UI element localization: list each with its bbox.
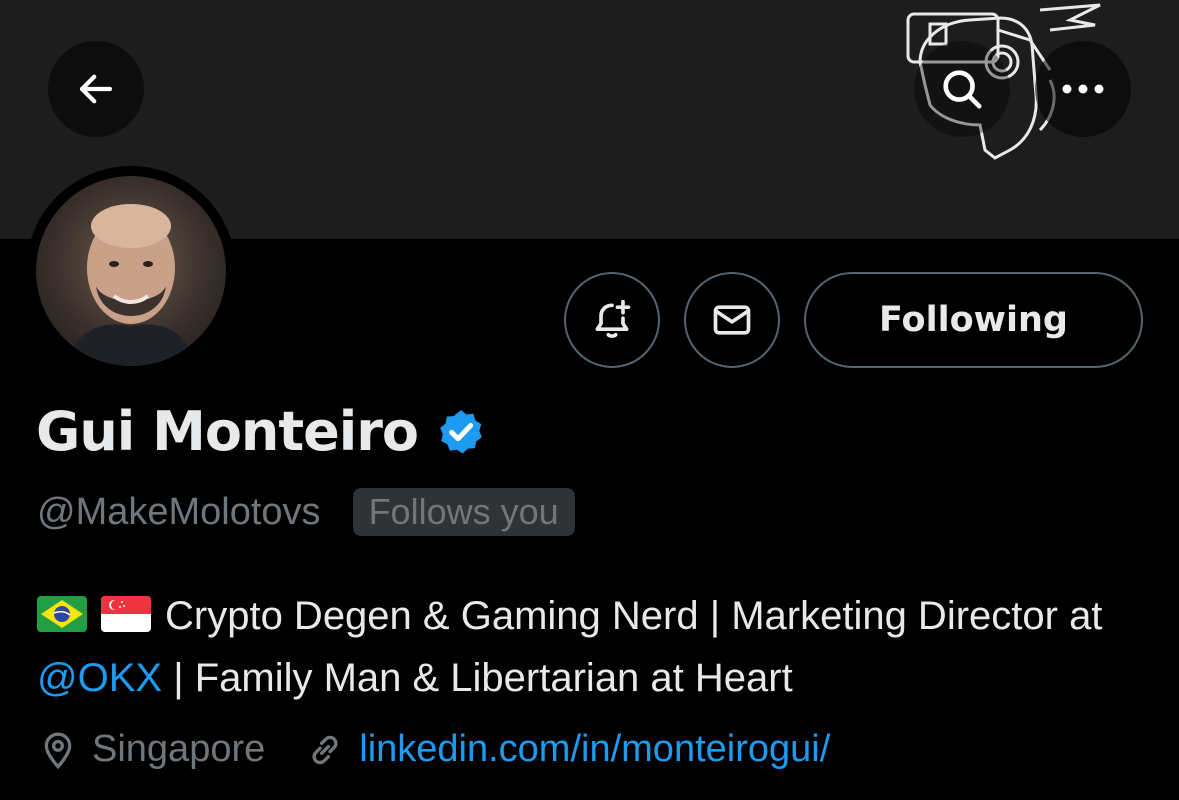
bio-text-1: Crypto Degen & Gaming Nerd | Marketing D… [165, 594, 1103, 638]
brazil-flag-icon [37, 596, 87, 633]
following-button[interactable]: Following [804, 272, 1143, 368]
more-horizontal-icon [1062, 84, 1104, 94]
message-button[interactable] [684, 272, 780, 368]
arrow-left-icon [79, 74, 113, 104]
website-link[interactable]: linkedin.com/in/monteirogui/ [359, 728, 830, 771]
singapore-flag-icon [101, 596, 151, 633]
location-pin-icon [44, 732, 72, 769]
profile-meta: Singapore linkedin.com/in/monteirogui/ [38, 728, 830, 771]
name-row: Gui Monteiro [36, 400, 486, 463]
back-button[interactable] [48, 41, 144, 137]
avatar[interactable] [36, 176, 226, 366]
location-item: Singapore [38, 728, 265, 771]
location-text: Singapore [92, 728, 266, 770]
username-handle: @MakeMolotovs [37, 490, 321, 533]
display-name: Gui Monteiro [36, 400, 419, 463]
website-item[interactable]: linkedin.com/in/monteirogui/ [305, 728, 830, 771]
avatar-ring [26, 166, 236, 376]
profile-bio: Crypto Degen & Gaming Nerd | Marketing D… [37, 585, 1147, 709]
search-icon [943, 70, 982, 109]
more-button[interactable] [1035, 41, 1131, 137]
handle-row: @MakeMolotovs Follows you [37, 488, 575, 536]
avatar-portrait [66, 204, 196, 366]
link-icon [312, 735, 338, 764]
bell-plus-icon [595, 299, 631, 338]
bio-mention-link[interactable]: @OKX [37, 656, 162, 700]
following-label: Following [879, 300, 1068, 340]
follows-you-badge: Follows you [352, 488, 575, 536]
notify-button[interactable] [564, 272, 660, 368]
verified-badge-icon[interactable] [436, 407, 486, 457]
bio-text-2: | Family Man & Libertarian at Heart [162, 656, 793, 700]
envelope-icon [713, 305, 751, 335]
search-button[interactable] [914, 41, 1010, 137]
